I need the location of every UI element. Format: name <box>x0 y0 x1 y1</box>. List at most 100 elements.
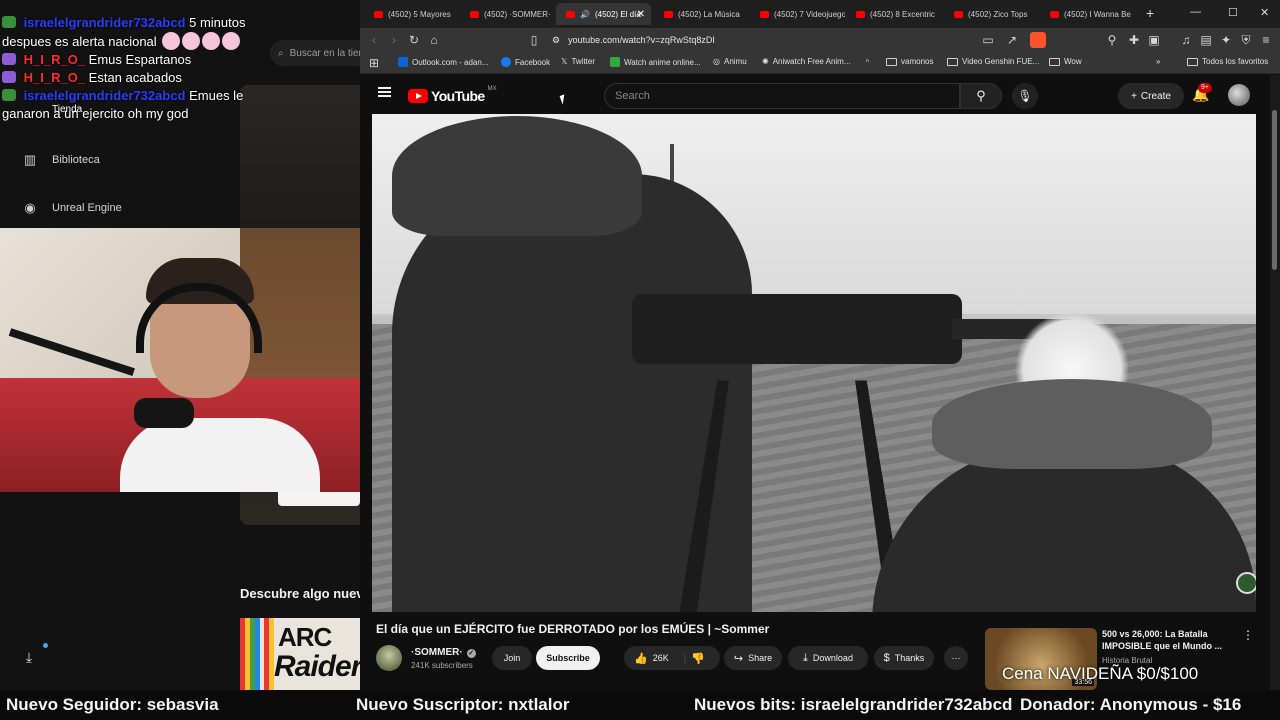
bookmark-folder-vamonos[interactable]: vamonos <box>886 57 933 66</box>
bookmark-folder-genshin[interactable]: Video Genshin FUE... <box>947 57 1039 66</box>
close-window-icon[interactable]: ✕ <box>1260 6 1269 19</box>
bookmark-folder-wow[interactable]: Wow <box>1049 57 1082 66</box>
browser-tab[interactable]: (4502) 7 Videojuegos <box>750 3 845 25</box>
browser-tab[interactable]: (4502) Zico Tops <box>944 3 1039 25</box>
extension-icon[interactable]: ⚲ <box>1104 32 1120 48</box>
bookmarks-bar: ⊞ Outlook.com - adan... Facebook 𝕏 Twitte… <box>360 52 1280 74</box>
browser-tab[interactable]: (4502) I Wanna Be <box>1040 3 1135 25</box>
bookmark-twitter[interactable]: 𝕏 Twitter <box>561 57 595 66</box>
browser-tab[interactable]: (4502) 8 Excentric <box>846 3 941 25</box>
thumbs-down-icon[interactable]: 👎 <box>691 652 705 665</box>
join-button[interactable]: Join <box>492 646 532 670</box>
hamburger-menu-icon[interactable] <box>378 87 391 97</box>
thumbs-up-icon[interactable]: 👍 <box>634 652 648 665</box>
apps-grid-icon[interactable]: ⊞ <box>366 55 382 71</box>
download-icon: ⤓ <box>803 651 808 664</box>
youtube-search-input[interactable]: Search <box>604 83 960 109</box>
create-button[interactable]: + Create <box>1118 83 1184 109</box>
youtube-favicon-icon <box>470 10 479 18</box>
bookmark-overflow-icon[interactable]: ⁿ <box>866 57 869 66</box>
channel-name[interactable]: ·SOMMER· ✓ <box>411 647 476 658</box>
download-icon[interactable]: ⤓ <box>18 646 40 668</box>
video-frame-machine-gun <box>632 294 962 364</box>
bookmark-aniwatch[interactable]: ✺ Aniwatch Free Anim... <box>762 57 851 66</box>
bookmark-animu[interactable]: ◎ Animu <box>713 57 747 66</box>
tile-title-line2: Raiders <box>274 650 360 683</box>
reload-icon[interactable]: ↻ <box>406 32 422 48</box>
chat-badge-icon <box>2 71 16 83</box>
browser-tab[interactable]: (4502) La Música <box>654 3 749 25</box>
back-icon[interactable]: ‹ <box>366 32 382 48</box>
discover-heading: Descubre algo nuevo <box>240 586 360 601</box>
minimize-icon[interactable]: — <box>1190 6 1201 18</box>
bookmark-outlook[interactable]: Outlook.com - adan... <box>398 57 488 67</box>
share-button[interactable]: ↪ Share <box>724 646 782 670</box>
chat-text: Emus Espartanos <box>88 52 192 67</box>
ticker-subscriber: Nuevo Suscriptor: nxtlalor <box>356 695 570 714</box>
thanks-button[interactable]: $ Thanks <box>874 646 934 670</box>
chat-badge-icon <box>2 89 16 101</box>
folder-icon <box>886 57 897 66</box>
subscriber-count: 241K subscribers <box>411 661 473 670</box>
home-icon[interactable]: ⌂ <box>426 32 442 48</box>
vpn-icon[interactable]: ⛨ <box>1238 32 1254 48</box>
share-page-icon[interactable]: ↗ <box>1004 32 1020 48</box>
maximize-icon[interactable]: ☐ <box>1228 6 1238 19</box>
youtube-favicon-icon <box>374 10 383 18</box>
sidebar-item-store[interactable]: Tienda <box>52 104 82 115</box>
brave-shields-icon[interactable] <box>1030 32 1046 48</box>
video-player[interactable] <box>372 114 1256 612</box>
voice-search-icon[interactable]: 🎙 <box>1012 83 1038 109</box>
share-icon: ↪ <box>733 652 744 665</box>
webcam-feed <box>0 228 360 492</box>
bookmark-watch-anime[interactable]: Watch anime online... <box>610 57 701 67</box>
close-tab-icon[interactable]: ✕ <box>637 9 645 20</box>
sidebar-icon[interactable]: ▣ <box>1146 32 1162 48</box>
chat-badge-icon <box>2 53 16 65</box>
browser-tab-active[interactable]: 🔊 (4502) El día ✕ <box>556 3 651 25</box>
youtube-logo[interactable]: YouTube MX <box>408 86 497 104</box>
like-count[interactable]: 26K <box>653 653 669 663</box>
all-bookmarks[interactable]: Todos los favoritos <box>1187 57 1268 66</box>
folder-icon <box>1187 57 1198 66</box>
bookmark-icon[interactable]: ▯ <box>526 32 542 48</box>
forward-icon[interactable]: › <box>386 32 402 48</box>
wallet-icon[interactable]: ▤ <box>1198 32 1214 48</box>
extensions-icon[interactable]: ✚ <box>1126 32 1142 48</box>
more-bookmarks-icon[interactable]: » <box>1156 57 1160 66</box>
channel-avatar[interactable] <box>376 645 402 671</box>
media-icon[interactable]: ♫ <box>1178 32 1194 48</box>
browser-tab[interactable]: (4502) ·SOMMER· <box>460 3 555 25</box>
browser-tab[interactable]: (4502) 5 Mayores <box>364 3 459 25</box>
new-tab-icon[interactable]: + <box>1146 5 1154 21</box>
menu-icon[interactable]: ≡ <box>1258 32 1274 48</box>
sidebar-item-library[interactable]: ▥ Biblioteca <box>22 152 100 168</box>
library-icon: ▥ <box>23 152 37 167</box>
recommended-title[interactable]: 500 vs 26,000: La Batalla IMPOSIBLE que … <box>1102 628 1232 652</box>
stream-alert-ticker: Nuevo Seguidor: sebasvia Nuevo Suscripto… <box>0 690 1280 720</box>
youtube-favicon-icon <box>1050 10 1059 18</box>
youtube-favicon-icon <box>664 10 673 18</box>
scrollbar-thumb[interactable] <box>1272 110 1277 270</box>
more-options-icon[interactable]: ⋮ <box>1242 628 1254 642</box>
youtube-favicon-icon <box>954 10 963 18</box>
subscribe-button[interactable]: Subscribe <box>536 646 600 670</box>
leo-icon[interactable]: ✦ <box>1218 32 1234 48</box>
address-bar[interactable]: ⚙ youtube.com/watch?v=zqRwStq8zDI <box>544 30 1044 50</box>
streamer-shirt <box>120 418 320 492</box>
microphone <box>134 398 194 428</box>
site-info-icon[interactable]: ⚙ <box>552 35 560 46</box>
sidebar-item-unreal[interactable]: ◉ Unreal Engine <box>22 200 121 216</box>
bookmark-facebook[interactable]: Facebook <box>501 57 550 67</box>
download-button[interactable]: ⤓ Download <box>788 646 868 670</box>
chat-message: israelelgrandrider732abcd Emues le ganar… <box>2 87 292 123</box>
cast-icon[interactable]: ▭ <box>980 32 996 48</box>
search-icon[interactable]: ⚲ <box>960 83 1002 109</box>
chat-message: H_I_R_O_ Estan acabados <box>2 69 292 87</box>
channel-watermark-icon[interactable] <box>1236 572 1256 594</box>
account-avatar[interactable] <box>1228 84 1250 106</box>
audio-icon[interactable]: 🔊 <box>580 10 590 19</box>
youtube-favicon-icon <box>856 10 865 18</box>
more-actions-icon[interactable]: ⋯ <box>944 646 968 670</box>
game-tile-arc-raiders[interactable]: ARC Raiders <box>240 618 360 690</box>
